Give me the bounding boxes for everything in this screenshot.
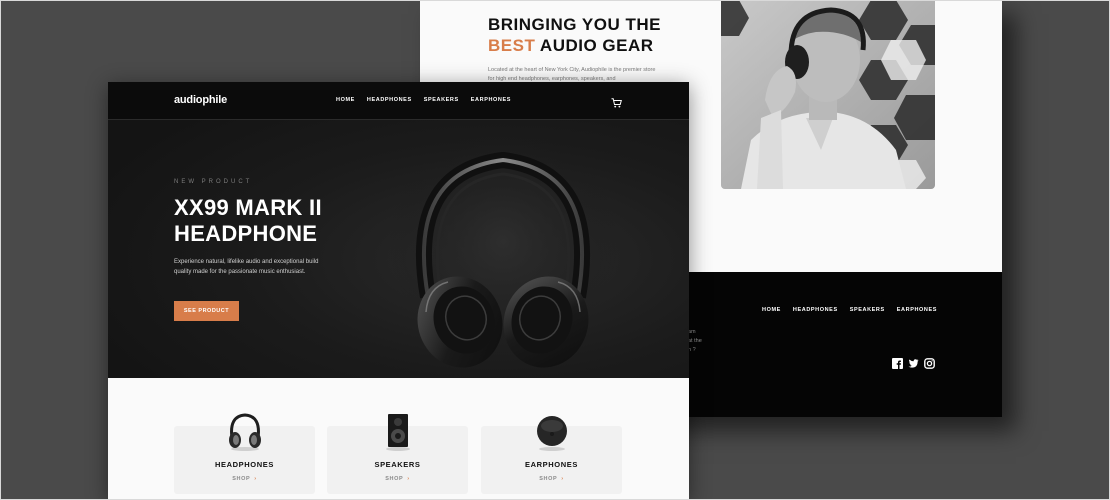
chevron-right-icon: › [254,476,257,482]
facebook-icon[interactable] [892,356,903,369]
shop-link[interactable]: SHOP › [327,476,468,482]
chevron-right-icon: › [561,476,564,482]
instagram-icon[interactable] [924,356,935,369]
shop-link[interactable]: SHOP › [174,476,315,482]
headphones-thumbnail [223,412,267,452]
shop-label: SHOP [232,476,251,482]
footer-nav-earphones[interactable]: EARPHONES [897,307,937,313]
footer-nav: HOME HEADPHONES SPEAKERS EARPHONES [762,307,937,313]
hero-title: XX99 MARK II HEADPHONE [174,195,322,247]
earphones-case-thumbnail [530,412,574,452]
social-links [892,356,935,369]
main-nav: HOME HEADPHONES SPEAKERS EARPHONES [336,97,511,103]
headphone-hero-image [388,122,618,372]
nav-earphones[interactable]: EARPHONES [471,97,511,103]
category-title: HEADPHONES [215,460,274,469]
shop-label: SHOP [539,476,558,482]
hero-title-line1: XX99 MARK II [174,195,322,220]
about-heading-line1: BRINGING YOU THE [488,15,661,34]
hero-section: audiophile HOME HEADPHONES SPEAKERS EARP… [108,82,689,378]
footer-nav-home[interactable]: HOME [762,307,781,313]
footer-nav-headphones[interactable]: HEADPHONES [793,307,838,313]
category-title: EARPHONES [525,460,578,469]
category-card-speakers[interactable]: SPEAKERS SHOP › [327,414,468,494]
new-product-overline: NEW PRODUCT [174,179,253,185]
footer-nav-speakers[interactable]: SPEAKERS [850,307,885,313]
nav-home[interactable]: HOME [336,97,355,103]
nav-headphones[interactable]: HEADPHONES [367,97,412,103]
footer-text-fragment: am at the n ? [688,329,702,353]
speaker-thumbnail [376,412,420,452]
category-title: SPEAKERS [374,460,421,469]
shop-link[interactable]: SHOP › [481,476,622,482]
man-with-headphones-photo [721,0,935,189]
chevron-right-icon: › [407,476,410,482]
about-heading-accent: BEST [488,36,536,55]
hero-description: Experience natural, lifelike audio and e… [174,259,319,275]
cart-icon[interactable] [611,95,622,108]
front-page-preview: audiophile HOME HEADPHONES SPEAKERS EARP… [108,82,689,500]
nav-speakers[interactable]: SPEAKERS [424,97,459,103]
category-card-headphones[interactable]: HEADPHONES SHOP › [174,413,315,494]
audiophile-logo[interactable]: audiophile [174,94,227,106]
see-product-button[interactable]: SEE PRODUCT [174,301,239,321]
category-card-earphones[interactable]: EARPHONES SHOP › [481,416,622,494]
shop-label: SHOP [385,476,404,482]
top-navbar: audiophile HOME HEADPHONES SPEAKERS EARP… [108,82,689,120]
about-heading-line2: BEST AUDIO GEAR [488,35,661,56]
twitter-icon[interactable] [908,356,919,368]
about-heading: BRINGING YOU THE BEST AUDIO GEAR [488,14,661,56]
about-heading-rest: AUDIO GEAR [535,36,654,55]
hero-title-line2: HEADPHONE [174,221,318,246]
